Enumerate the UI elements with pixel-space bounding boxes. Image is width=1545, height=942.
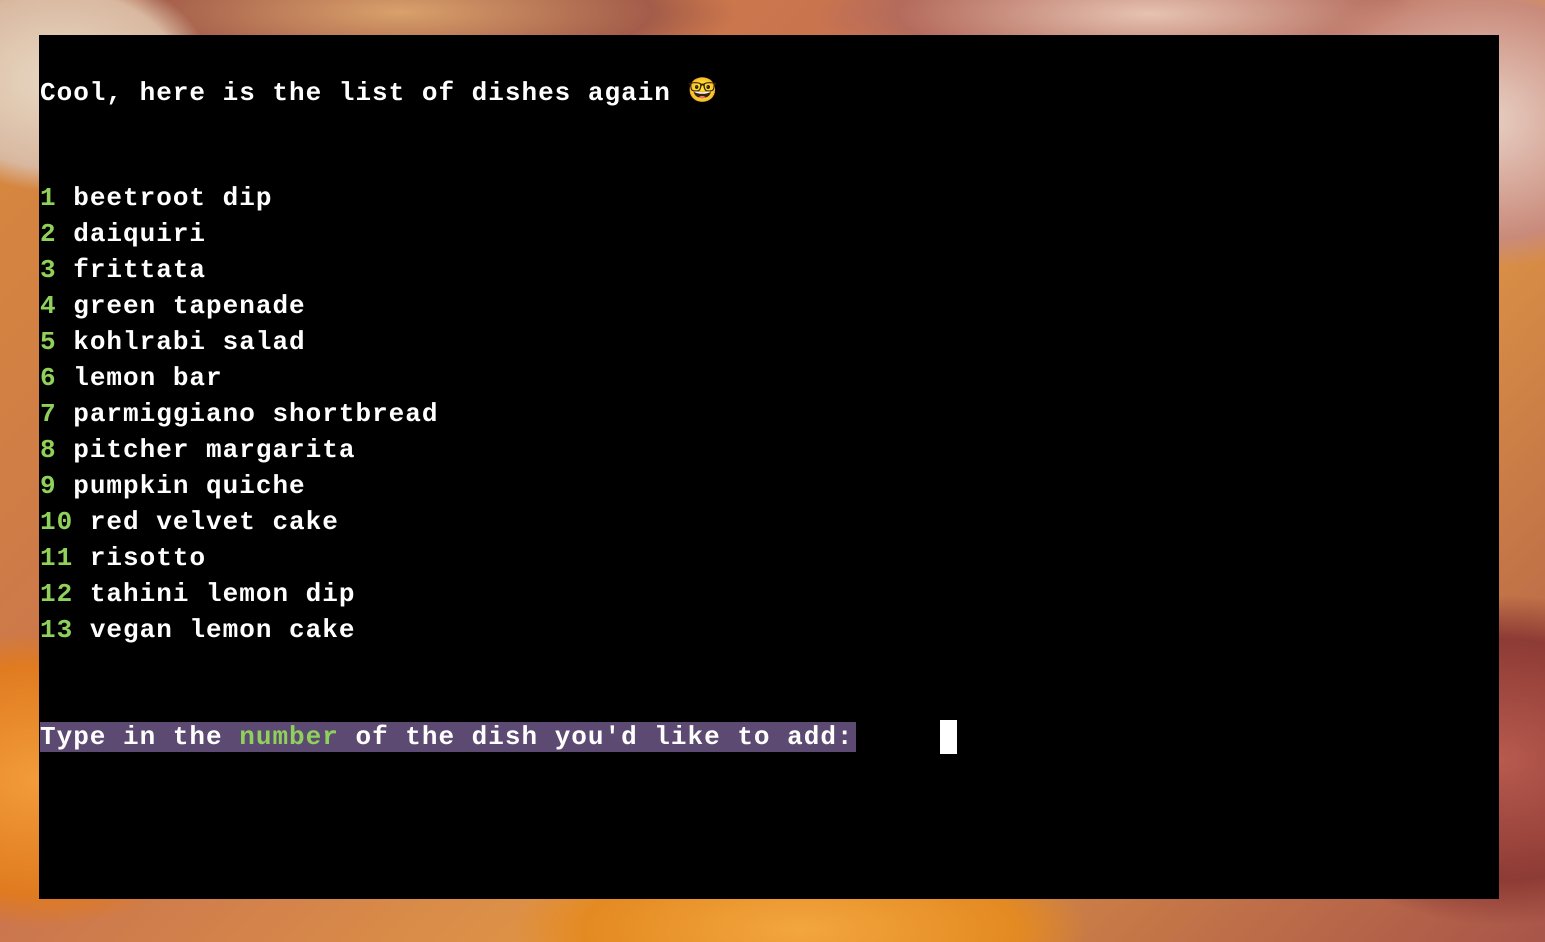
- list-item: 8 pitcher margarita: [40, 432, 438, 468]
- dish-number: 9: [40, 471, 57, 501]
- list-item: 13 vegan lemon cake: [40, 612, 438, 648]
- list-item: 5 kohlrabi salad: [40, 324, 438, 360]
- dish-name: tahini lemon dip: [89, 579, 356, 609]
- dish-name: kohlrabi salad: [73, 327, 306, 357]
- dish-name: beetroot dip: [73, 183, 273, 213]
- dish-number: 13: [40, 615, 74, 645]
- dish-name: daiquiri: [73, 219, 207, 249]
- dish-number: 3: [40, 255, 57, 285]
- list-item: 12 tahini lemon dip: [40, 576, 438, 612]
- dish-list: 1 beetroot dip 2 daiquiri 3 frittata 4 g…: [40, 180, 438, 648]
- dish-name: green tapenade: [73, 291, 306, 321]
- list-item: 10 red velvet cake: [40, 504, 438, 540]
- dish-name: frittata: [73, 255, 207, 285]
- dish-number: 12: [40, 579, 74, 609]
- dish-number: 2: [40, 219, 57, 249]
- text-cursor[interactable]: [940, 720, 957, 754]
- list-item: 9 pumpkin quiche: [40, 468, 438, 504]
- list-item: 1 beetroot dip: [40, 180, 438, 216]
- dish-number: 6: [40, 363, 57, 393]
- prompt-text-before: Type in the: [40, 722, 240, 752]
- dish-number: 5: [40, 327, 57, 357]
- dish-number: 11: [40, 543, 74, 573]
- dish-number: 8: [40, 435, 57, 465]
- intro-text: Cool, here is the list of dishes again: [40, 78, 671, 108]
- prompt-highlight-box: Type in the number of the dish you'd lik…: [40, 722, 856, 752]
- list-item: 3 frittata: [40, 252, 438, 288]
- prompt-text-after: of the dish you'd like to add:: [338, 722, 854, 752]
- list-item: 2 daiquiri: [40, 216, 438, 252]
- dish-name: parmiggiano shortbread: [73, 399, 439, 429]
- list-item: 7 parmiggiano shortbread: [40, 396, 438, 432]
- dish-name: lemon bar: [73, 363, 223, 393]
- dish-number: 1: [40, 183, 57, 213]
- dish-name: red velvet cake: [89, 507, 339, 537]
- list-item: 6 lemon bar: [40, 360, 438, 396]
- dish-number: 4: [40, 291, 57, 321]
- dish-name: pitcher margarita: [73, 435, 356, 465]
- nerd-face-emoji-icon: 🤓: [687, 76, 718, 104]
- dish-name: vegan lemon cake: [89, 615, 356, 645]
- input-prompt: Type in the number of the dish you'd lik…: [40, 719, 856, 755]
- dish-number: 7: [40, 399, 57, 429]
- desktop-background: { "terminal": { "intro_text": "Cool, her…: [0, 0, 1545, 942]
- prompt-number-keyword: number: [239, 722, 339, 752]
- dish-number: 10: [40, 507, 74, 537]
- dish-name: pumpkin quiche: [73, 471, 306, 501]
- list-item: 4 green tapenade: [40, 288, 438, 324]
- terminal-window[interactable]: Cool, here is the list of dishes again 🤓…: [39, 35, 1499, 899]
- intro-message: Cool, here is the list of dishes again 🤓: [40, 72, 717, 108]
- list-item: 11 risotto: [40, 540, 438, 576]
- dish-name: risotto: [89, 543, 207, 573]
